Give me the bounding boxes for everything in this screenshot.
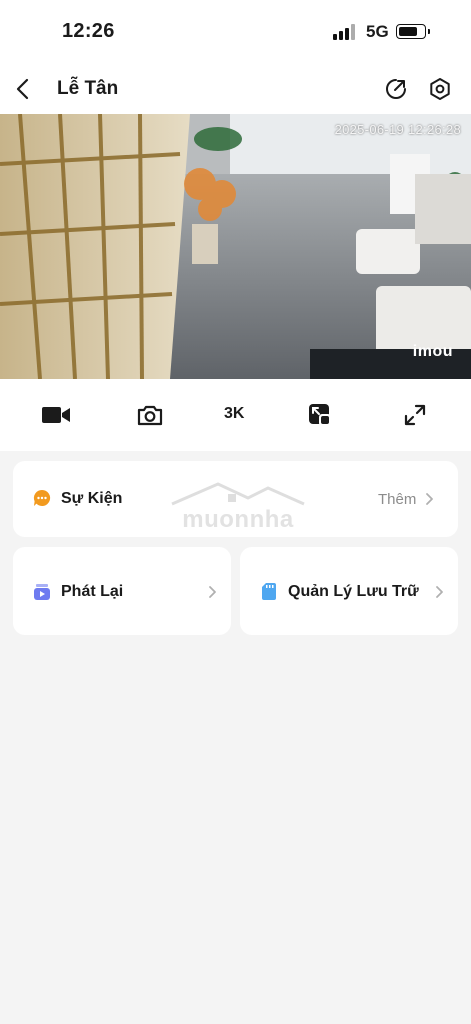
- chevron-right-icon: [426, 493, 433, 505]
- picture-in-picture-icon[interactable]: [308, 403, 332, 427]
- storage-card[interactable]: Quản Lý Lưu Trữ: [240, 547, 458, 635]
- live-video[interactable]: 2025-06-19 12:26:28 imou: [0, 114, 471, 379]
- chevron-left-icon[interactable]: [12, 76, 36, 102]
- video-record-icon[interactable]: [41, 403, 71, 427]
- playback-card[interactable]: Phát Lại: [13, 547, 231, 635]
- header: Lễ Tân: [0, 64, 471, 114]
- events-card[interactable]: Sự Kiện Thêm: [13, 461, 458, 537]
- video-timestamp: 2025-06-19 12:26:28: [334, 122, 461, 137]
- camera-icon[interactable]: [137, 403, 163, 427]
- playback-icon: [34, 584, 50, 600]
- camera-brand-logo: imou: [412, 343, 453, 360]
- storage-label: Quản Lý Lưu Trữ: [288, 583, 419, 600]
- fullscreen-icon[interactable]: [404, 403, 426, 427]
- chevron-right-icon: [436, 586, 443, 598]
- chat-bubble-icon: [33, 489, 51, 506]
- status-time: 12:26: [62, 20, 115, 42]
- battery-icon: [396, 24, 430, 39]
- network-label: 5G: [366, 22, 389, 41]
- quality-toggle[interactable]: 3K: [224, 405, 244, 423]
- status-bar: 12:26 5G: [0, 0, 471, 64]
- signal-icon: [333, 24, 359, 40]
- share-icon[interactable]: [384, 77, 408, 101]
- settings-icon[interactable]: [428, 77, 452, 101]
- page-title: Lễ Tân: [57, 78, 119, 99]
- video-controls: 3K: [0, 379, 471, 451]
- chevron-right-icon: [209, 586, 216, 598]
- events-more-link[interactable]: Thêm: [378, 491, 416, 508]
- sd-card-icon: [262, 583, 276, 600]
- events-label: Sự Kiện: [61, 490, 123, 507]
- battery-level: [399, 27, 417, 36]
- camera-view-image: [0, 114, 471, 379]
- playback-label: Phát Lại: [61, 583, 124, 600]
